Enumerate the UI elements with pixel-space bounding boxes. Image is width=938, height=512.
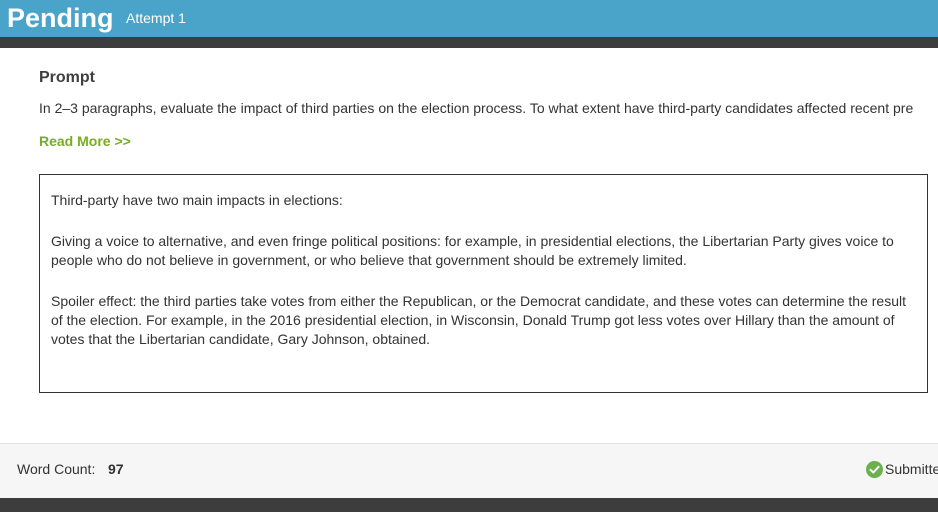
word-count-label: Word Count: [17, 461, 96, 477]
prompt-text: In 2–3 paragraphs, evaluate the impact o… [39, 100, 914, 116]
answer-textbox[interactable]: Third-party have two main impacts in ele… [39, 174, 928, 393]
word-count-value: 97 [108, 461, 124, 477]
footer: Word Count: 97 Submitted [0, 443, 938, 498]
answer-paragraph-1: Third-party have two main impacts in ele… [51, 192, 343, 208]
header: Pending Attempt 1 [0, 0, 938, 37]
answer-paragraph-2: Giving a voice to alternative, and even … [51, 233, 894, 268]
header-divider-bar [0, 37, 938, 48]
submitted-label: Submitted [885, 461, 938, 477]
answer-paragraph-3: Spoiler effect: the third parties take v… [51, 293, 906, 347]
status-title: Pending [7, 3, 114, 33]
attempt-label: Attempt 1 [126, 10, 186, 26]
prompt-heading: Prompt [39, 69, 95, 86]
bottom-bar [0, 498, 938, 512]
check-circle-icon [866, 461, 883, 478]
read-more-link[interactable]: Read More >> [39, 133, 131, 149]
submitted-status: Submitted [866, 461, 938, 478]
